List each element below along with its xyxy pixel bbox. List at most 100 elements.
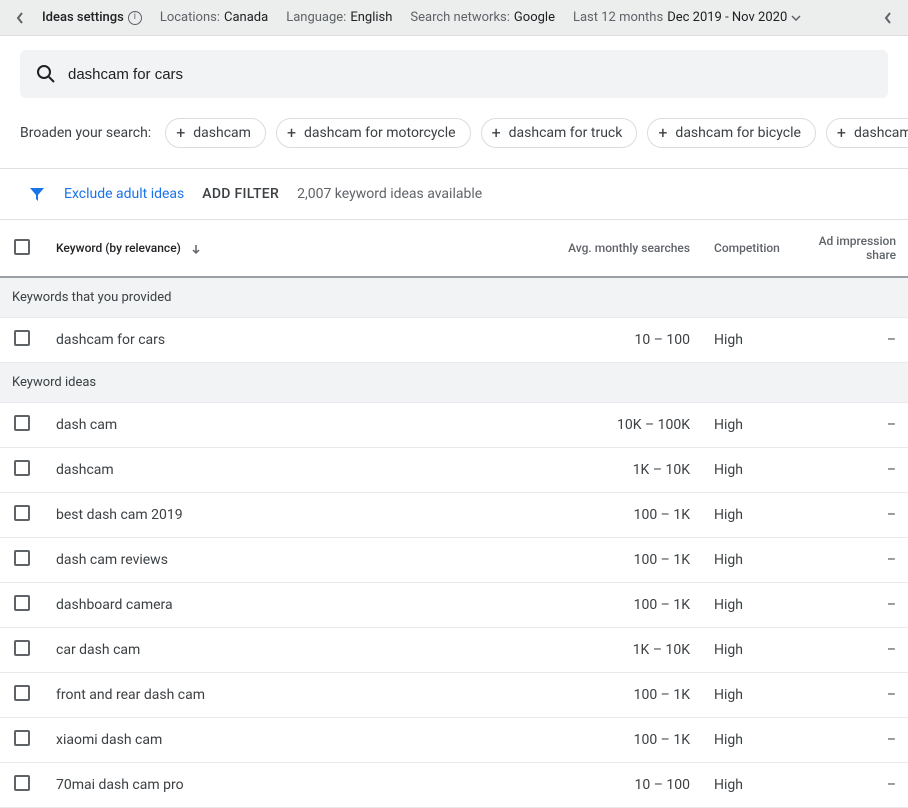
table-row[interactable]: 70mai dash cam pro10 – 100High– bbox=[0, 763, 908, 808]
exclude-adult-link[interactable]: Exclude adult ideas bbox=[64, 186, 184, 202]
search-input[interactable] bbox=[68, 66, 872, 83]
searches-cell: 10 – 100 bbox=[546, 318, 702, 363]
competition-cell: High bbox=[702, 763, 798, 808]
row-checkbox[interactable] bbox=[14, 775, 30, 791]
table-row[interactable]: dash cam reviews100 – 1KHigh– bbox=[0, 538, 908, 583]
broaden-chip[interactable]: +dashcam for truck bbox=[481, 118, 638, 148]
filter-icon[interactable] bbox=[28, 185, 46, 203]
impression-cell: – bbox=[798, 673, 908, 718]
back-button[interactable] bbox=[6, 4, 34, 32]
sort-down-icon[interactable] bbox=[190, 243, 202, 255]
keyword-table: Keyword (by relevance) Avg. monthly sear… bbox=[0, 220, 908, 808]
keyword-cell: best dash cam 2019 bbox=[44, 493, 546, 538]
impression-header[interactable]: Ad impression share bbox=[819, 234, 896, 262]
table-row[interactable]: dash cam10K – 100KHigh– bbox=[0, 403, 908, 448]
language-label: Language: bbox=[286, 10, 346, 25]
competition-cell: High bbox=[702, 718, 798, 763]
competition-cell: High bbox=[702, 318, 798, 363]
keyword-cell: car dash cam bbox=[44, 628, 546, 673]
competition-cell: High bbox=[702, 673, 798, 718]
searches-cell: 10 – 100 bbox=[546, 763, 702, 808]
ideas-settings-button[interactable]: Ideas settings i bbox=[42, 10, 142, 25]
row-checkbox[interactable] bbox=[14, 330, 30, 346]
row-checkbox[interactable] bbox=[14, 505, 30, 521]
table-row[interactable]: front and rear dash cam100 – 1KHigh– bbox=[0, 673, 908, 718]
chip-label: dashcam for motorcycle bbox=[304, 125, 456, 141]
locations-label: Locations: bbox=[160, 10, 220, 25]
language-value: English bbox=[350, 10, 392, 25]
date-range-selector[interactable]: Last 12 months Dec 2019 - Nov 2020 bbox=[573, 10, 801, 25]
table-row[interactable]: dashboard camera100 – 1KHigh– bbox=[0, 583, 908, 628]
table-row[interactable]: dashcam1K – 10KHigh– bbox=[0, 448, 908, 493]
search-box[interactable] bbox=[20, 50, 888, 98]
chip-label: dashcam for van bbox=[854, 125, 908, 141]
searches-cell: 1K – 10K bbox=[546, 448, 702, 493]
impression-cell: – bbox=[798, 763, 908, 808]
competition-cell: High bbox=[702, 448, 798, 493]
keyword-cell: dashboard camera bbox=[44, 583, 546, 628]
chevron-left-icon bbox=[883, 11, 893, 25]
chip-label: dashcam bbox=[193, 125, 251, 141]
locations-selector[interactable]: Locations: Canada bbox=[160, 10, 268, 25]
competition-cell: High bbox=[702, 628, 798, 673]
competition-cell: High bbox=[702, 583, 798, 628]
searches-cell: 1K – 10K bbox=[546, 628, 702, 673]
keyword-cell: xiaomi dash cam bbox=[44, 718, 546, 763]
broaden-chip[interactable]: +dashcam bbox=[165, 118, 266, 148]
broaden-label: Broaden your search: bbox=[20, 125, 151, 141]
locations-value: Canada bbox=[224, 10, 268, 25]
competition-cell: High bbox=[702, 538, 798, 583]
keyword-cell: front and rear dash cam bbox=[44, 673, 546, 718]
row-checkbox[interactable] bbox=[14, 640, 30, 656]
row-checkbox[interactable] bbox=[14, 685, 30, 701]
impression-cell: – bbox=[798, 583, 908, 628]
searches-cell: 100 – 1K bbox=[546, 718, 702, 763]
ideas-available-text: 2,007 keyword ideas available bbox=[297, 186, 482, 202]
impression-cell: – bbox=[798, 318, 908, 363]
plus-icon: + bbox=[287, 125, 296, 141]
add-filter-button[interactable]: ADD FILTER bbox=[202, 186, 279, 202]
broaden-chip[interactable]: + dashcam for bicycle bbox=[647, 118, 816, 148]
plus-icon: + bbox=[658, 125, 667, 141]
impression-cell: – bbox=[798, 538, 908, 583]
table-row[interactable]: dashcam for cars10 – 100High– bbox=[0, 318, 908, 363]
date-period-value: Dec 2019 - Nov 2020 bbox=[667, 10, 787, 25]
competition-cell: High bbox=[702, 493, 798, 538]
broaden-search-row: Broaden your search: +dashcam+dashcam fo… bbox=[0, 108, 908, 169]
keyword-cell: dashcam for cars bbox=[44, 318, 546, 363]
table-section-header: Keyword ideas bbox=[0, 363, 908, 403]
keyword-cell: dash cam reviews bbox=[44, 538, 546, 583]
table-row[interactable]: car dash cam1K – 10KHigh– bbox=[0, 628, 908, 673]
table-row[interactable]: xiaomi dash cam100 – 1KHigh– bbox=[0, 718, 908, 763]
collapse-right-button[interactable] bbox=[874, 4, 902, 32]
searches-cell: 100 – 1K bbox=[546, 583, 702, 628]
table-row[interactable]: best dash cam 2019100 – 1KHigh– bbox=[0, 493, 908, 538]
plus-icon: + bbox=[837, 125, 846, 141]
table-section-header: Keywords that you provided bbox=[0, 277, 908, 318]
search-section bbox=[0, 36, 908, 108]
row-checkbox[interactable] bbox=[14, 595, 30, 611]
networks-selector[interactable]: Search networks: Google bbox=[410, 10, 555, 25]
chevron-left-icon bbox=[15, 11, 25, 25]
row-checkbox[interactable] bbox=[14, 550, 30, 566]
competition-header[interactable]: Competition bbox=[714, 241, 780, 255]
impression-cell: – bbox=[798, 403, 908, 448]
impression-cell: – bbox=[798, 718, 908, 763]
searches-cell: 10K – 100K bbox=[546, 403, 702, 448]
filter-bar: Exclude adult ideas ADD FILTER 2,007 key… bbox=[0, 169, 908, 220]
searches-header[interactable]: Avg. monthly searches bbox=[568, 241, 690, 255]
chip-label: dashcam for bicycle bbox=[675, 125, 801, 141]
keyword-cell: dash cam bbox=[44, 403, 546, 448]
select-all-checkbox[interactable] bbox=[14, 239, 30, 255]
language-selector[interactable]: Language: English bbox=[286, 10, 392, 25]
impression-cell: – bbox=[798, 628, 908, 673]
row-checkbox[interactable] bbox=[14, 460, 30, 476]
impression-cell: – bbox=[798, 448, 908, 493]
broaden-chip[interactable]: + dashcam for van bbox=[826, 118, 908, 148]
row-checkbox[interactable] bbox=[14, 415, 30, 431]
broaden-chip[interactable]: + dashcam for motorcycle bbox=[276, 118, 471, 148]
searches-cell: 100 – 1K bbox=[546, 538, 702, 583]
info-icon: i bbox=[128, 11, 142, 25]
keyword-header[interactable]: Keyword (by relevance) bbox=[56, 241, 181, 255]
row-checkbox[interactable] bbox=[14, 730, 30, 746]
